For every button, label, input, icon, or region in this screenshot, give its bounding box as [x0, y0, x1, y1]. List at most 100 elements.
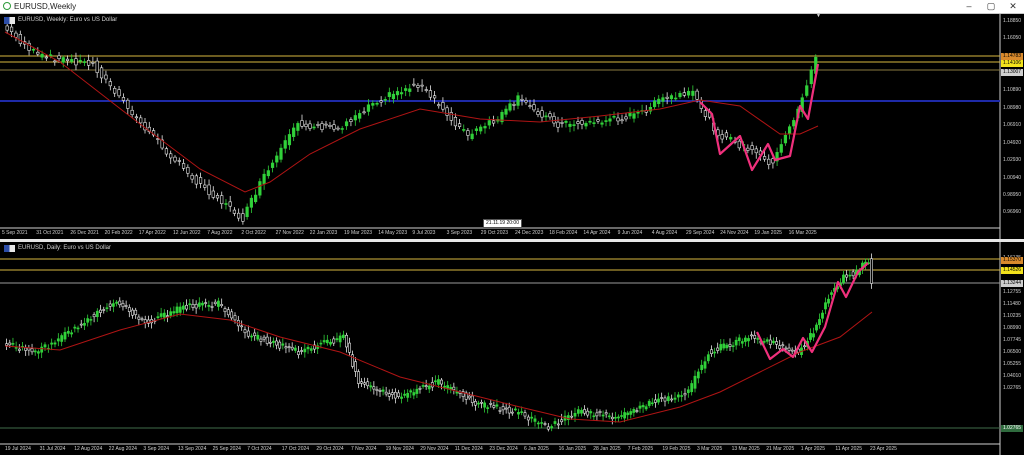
candle-body — [660, 397, 664, 399]
candle-body — [466, 130, 470, 136]
chart-shift-marker-icon[interactable]: ▼ — [816, 14, 821, 19]
candle-body — [56, 338, 60, 342]
candle-body — [524, 100, 528, 103]
candle-body — [790, 349, 794, 352]
candle-body — [851, 271, 855, 277]
time-axis-label: 27 Nov 2022 — [275, 230, 304, 236]
time-axis-label: 29 Sep 2024 — [686, 230, 715, 236]
candle-body — [678, 92, 682, 98]
candle-body — [624, 116, 628, 120]
candle-body — [194, 175, 198, 185]
candle-body — [360, 381, 363, 384]
price-axis-label: 1.10890 — [1003, 87, 1022, 93]
weekly-chart-canvas[interactable] — [0, 14, 1024, 239]
candle-body — [191, 304, 195, 308]
candle-body — [626, 412, 630, 416]
candle-body — [495, 404, 499, 407]
candle-body — [647, 400, 651, 406]
candle-body — [384, 391, 388, 395]
price-axis-label: 1.10235 — [1003, 313, 1022, 319]
price-axis-label: 0.96960 — [1003, 209, 1022, 215]
time-axis-label: 13 Sep 2024 — [178, 446, 207, 452]
candle-body — [824, 302, 827, 310]
candle-body — [204, 302, 208, 304]
candle-body — [845, 274, 849, 278]
price-tag: 1.13007 — [1001, 69, 1024, 76]
candle-body — [399, 92, 404, 95]
candle-body — [70, 59, 74, 62]
candle-body — [228, 201, 232, 207]
time-axis-label: 23 Apr 2025 — [870, 446, 897, 452]
candle-body — [131, 309, 134, 316]
candle-body — [809, 69, 813, 85]
candle-body — [357, 371, 360, 384]
candle-body — [201, 302, 204, 306]
candle-body — [513, 408, 517, 411]
candle-body — [452, 386, 456, 391]
candle-body — [728, 344, 732, 347]
candle-body — [720, 134, 724, 140]
candle-body — [596, 119, 600, 122]
candle-body — [787, 347, 791, 351]
daily-chart-pane[interactable]: EURUSD, Daily: Euro vs US Dollar 19 Jul … — [0, 242, 1024, 455]
candle-body — [404, 88, 408, 91]
candle-body — [61, 57, 65, 63]
candle-body — [669, 95, 674, 100]
close-button[interactable]: ✕ — [1002, 0, 1024, 13]
candle-body — [134, 116, 139, 119]
time-axis-label: 19 Nov 2024 — [385, 446, 414, 452]
candle-body — [371, 103, 375, 106]
time-axis-label: 21 Mar 2025 — [766, 446, 795, 452]
daily-chart-canvas[interactable] — [0, 242, 1024, 455]
time-axis-label: 19 Jan 2025 — [754, 230, 782, 236]
candle-body — [24, 347, 28, 351]
candle-body — [815, 324, 818, 331]
candle-body — [526, 416, 530, 421]
maximize-button[interactable]: ▢ — [980, 0, 1002, 13]
candle-body — [523, 412, 527, 417]
candle-body — [416, 85, 420, 88]
candle-body — [265, 336, 269, 344]
candle-body — [258, 181, 262, 196]
candle-body — [532, 104, 536, 111]
candle-body — [403, 393, 407, 396]
candle-body — [550, 426, 554, 429]
candle-body — [108, 303, 112, 307]
time-axis-label: 24 Dec 2023 — [515, 230, 544, 236]
candle-body — [680, 395, 684, 397]
candle-body — [164, 148, 169, 155]
candle-body — [300, 350, 304, 352]
candle-body — [279, 147, 283, 160]
candle-body — [592, 122, 596, 124]
time-axis-label: 3 Mar 2025 — [697, 446, 723, 452]
candle-body — [437, 104, 441, 107]
candle-body — [512, 104, 516, 106]
candle-body — [589, 411, 593, 414]
candle-body — [250, 335, 253, 338]
minimize-button[interactable]: – — [958, 0, 980, 13]
candle-body — [517, 411, 520, 415]
window-title: EURUSD,Weekly — [14, 2, 77, 11]
candle-body — [322, 340, 326, 343]
daily-chart-title: EURUSD, Daily: Euro vs US Dollar — [18, 245, 112, 251]
candle-body — [445, 107, 449, 116]
candle-body — [332, 124, 336, 130]
time-axis-label: 16 Jan 2025 — [558, 446, 587, 452]
candle-body — [570, 415, 574, 418]
candle-body — [14, 347, 18, 349]
candle-body — [245, 206, 249, 217]
candle-body — [676, 394, 680, 398]
candle-body — [544, 115, 548, 118]
candle-body — [325, 339, 329, 344]
time-axis-label: 6 Jan 2025 — [524, 446, 549, 452]
candle-body — [821, 312, 824, 319]
candle-body — [498, 410, 502, 412]
candle-body — [185, 304, 188, 310]
candle-body — [290, 346, 294, 350]
candle-body — [768, 339, 772, 345]
candle-body — [137, 316, 141, 320]
weekly-chart-pane[interactable]: EURUSD, Weekly: Euro vs US Dollar ▼ 21.1… — [0, 14, 1024, 239]
candle-body — [467, 395, 471, 399]
candle-body — [293, 347, 297, 351]
candle-body — [576, 409, 580, 414]
